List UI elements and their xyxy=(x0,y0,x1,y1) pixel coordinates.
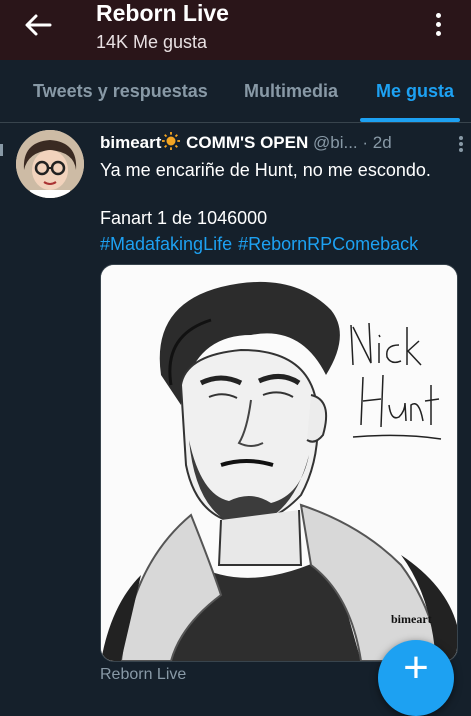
author-name-suffix: COMM'S OPEN xyxy=(186,133,309,152)
tab-overflow-edge xyxy=(0,144,3,156)
app-bar: Reborn Live 14K Me gusta xyxy=(0,0,471,60)
hashtag-link[interactable]: #MadafakingLife xyxy=(100,234,232,254)
tab-media[interactable]: Multimedia xyxy=(244,81,338,102)
compose-tweet-button[interactable]: + xyxy=(378,640,454,716)
back-button[interactable] xyxy=(20,10,56,40)
hashtags: #MadafakingLife #RebornRPComeback xyxy=(100,234,424,255)
tab-tweets-replies[interactable]: Tweets y respuestas xyxy=(33,81,208,102)
more-options-button[interactable] xyxy=(430,10,446,40)
portrait-sketch: bimeart xyxy=(101,265,457,661)
plus-icon: + xyxy=(403,643,429,692)
avatar[interactable] xyxy=(16,130,84,198)
page-title: Reborn Live xyxy=(96,0,229,26)
author-handle: @bi... xyxy=(313,133,358,152)
tweet-text-line2: Fanart 1 de 1046000 xyxy=(100,208,268,228)
sun-emoji-icon xyxy=(162,132,181,150)
tweet-text: Ya me encariñe de Hunt, no me escondo. xyxy=(100,160,431,180)
active-tab-indicator xyxy=(360,118,460,122)
tweet-time: · 2d xyxy=(362,133,392,152)
tab-likes[interactable]: Me gusta xyxy=(376,81,454,102)
more-vertical-icon xyxy=(436,13,441,18)
next-tweet-context: Reborn Live xyxy=(100,666,187,683)
author-name[interactable]: bimeart xyxy=(100,133,161,152)
avatar-illustration xyxy=(16,130,84,198)
tweet-image[interactable]: bimeart xyxy=(100,264,458,662)
arrow-left-icon xyxy=(25,14,52,36)
likes-count: 14K Me gusta xyxy=(96,32,208,52)
tweet-header: bimeart COMM'S OPEN @bi... · 2d xyxy=(100,132,392,153)
profile-tabs: Tweets y respuestas Multimedia Me gusta xyxy=(0,60,471,156)
chevron-down-icon xyxy=(459,136,463,152)
hashtag-link[interactable]: #RebornRPComeback xyxy=(238,234,418,254)
tweet-menu-button[interactable] xyxy=(456,135,466,158)
svg-text:bimeart: bimeart xyxy=(391,612,432,626)
